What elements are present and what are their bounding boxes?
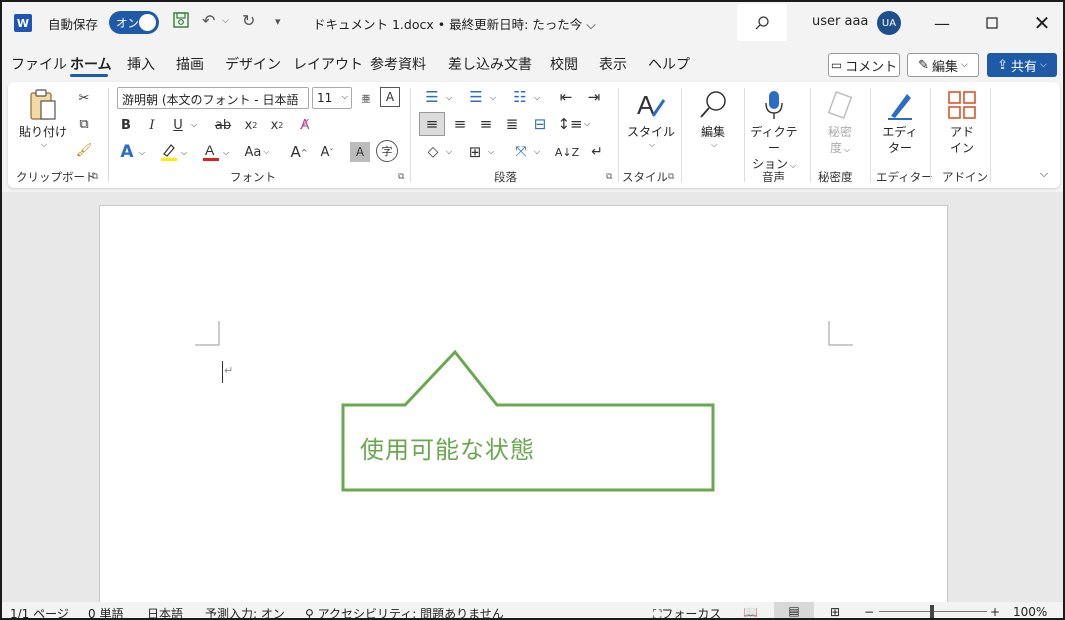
word-count[interactable]: 0 単語	[88, 605, 123, 618]
focus-label: フォーカス	[661, 607, 722, 620]
focus-button[interactable]: ⛶フォーカス	[653, 605, 722, 620]
read-mode-icon[interactable]: 📖	[743, 605, 758, 618]
accessibility-label: アクセシビリティ: 問題ありません	[317, 607, 504, 620]
page-count[interactable]: 1/1 ページ	[10, 605, 69, 618]
zoom-slider-thumb[interactable]	[930, 605, 934, 618]
web-layout-icon[interactable]: ⊞	[830, 605, 840, 618]
accessibility-status[interactable]: ⚲ アクセシビリティ: 問題ありません	[305, 605, 504, 620]
print-layout-icon[interactable]: ▤	[774, 602, 814, 618]
predictive-status[interactable]: 予測入力: オン	[205, 605, 285, 618]
zoom-in-icon[interactable]: +	[990, 605, 1000, 618]
zoom-level[interactable]: 100%	[1013, 605, 1047, 618]
language-status[interactable]: 日本語	[147, 605, 183, 618]
word-window: W 自動保存 オン ↶ ⌵ ↻ ▾ ドキュメント 1.docx • 最終更新日時…	[0, 0, 1065, 620]
accessibility-icon: ⚲	[305, 607, 314, 620]
status-bar: 1/1 ページ 0 単語 日本語 予測入力: オン ⚲ アクセシビリティ: 問題…	[2, 602, 1063, 620]
callout-shape	[341, 349, 715, 492]
zoom-out-icon[interactable]: −	[864, 605, 874, 618]
callout-text: 使用可能な状態	[360, 436, 535, 464]
